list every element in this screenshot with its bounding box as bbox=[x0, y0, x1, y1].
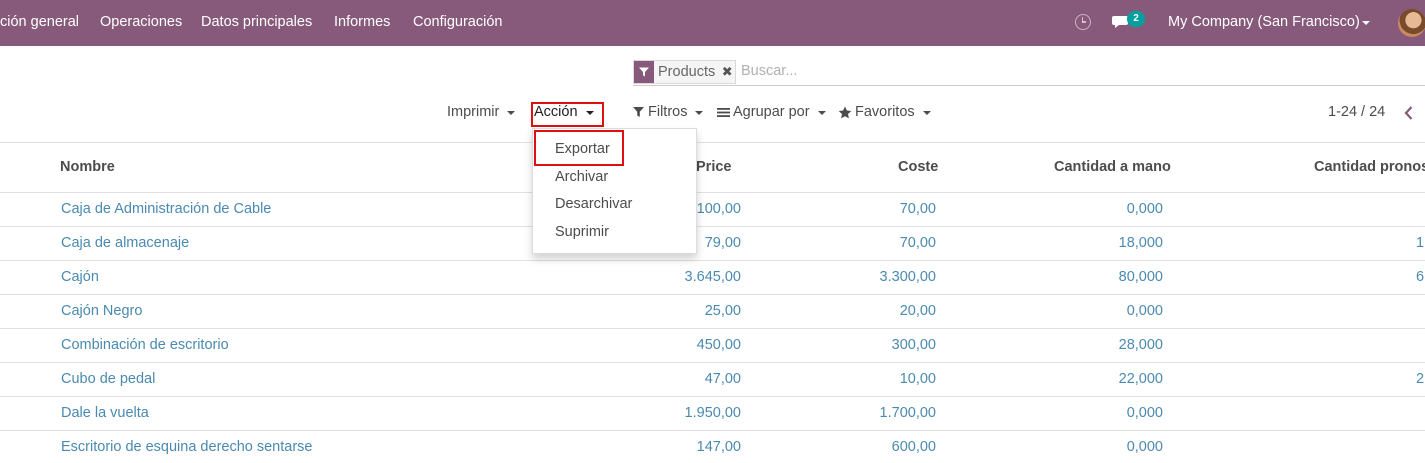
group-by-label: Agrupar por bbox=[733, 104, 810, 120]
cell-price: 25,00 bbox=[704, 303, 741, 319]
cell-qty: 18,000 bbox=[1118, 235, 1163, 251]
cell-cost: 10,00 bbox=[899, 371, 936, 387]
menu-overview[interactable]: ción general bbox=[0, 14, 79, 30]
menu-configuration[interactable]: Configuración bbox=[413, 14, 502, 30]
table-row[interactable]: Escritorio de esquina derecho sentarse 1… bbox=[0, 430, 1425, 463]
cell-name: Combinación de escritorio bbox=[61, 337, 229, 353]
table-top-border bbox=[0, 142, 1425, 143]
print-dropdown-button[interactable]: Imprimir bbox=[447, 104, 516, 120]
cell-price: 100,00 bbox=[696, 201, 741, 217]
caret-down-icon bbox=[922, 110, 931, 115]
cell-name: Cajón bbox=[61, 269, 99, 285]
table-row[interactable]: Cajón Negro 25,00 20,00 0,000 bbox=[0, 294, 1425, 328]
column-header-cost[interactable]: Coste bbox=[898, 159, 938, 175]
caret-down-icon bbox=[695, 110, 704, 115]
menu-master-data[interactable]: Datos principales bbox=[201, 14, 312, 30]
cell-name: Caja de Administración de Cable bbox=[61, 201, 272, 217]
cell-cost: 20,00 bbox=[899, 303, 936, 319]
table-row[interactable]: Combinación de escritorio 450,00 300,00 … bbox=[0, 328, 1425, 362]
cell-qty: 0,000 bbox=[1126, 201, 1163, 217]
cell-qty: 0,000 bbox=[1126, 439, 1163, 455]
search-facet: Products ✖ bbox=[633, 60, 737, 84]
cell-price: 450,00 bbox=[696, 337, 741, 353]
cell-cost: 70,00 bbox=[899, 201, 936, 217]
column-header-price[interactable]: Price bbox=[696, 159, 731, 175]
top-navbar: ción general Operaciones Datos principal… bbox=[0, 0, 1425, 46]
cell-name: Caja de almacenaje bbox=[61, 235, 190, 251]
cell-forecast: 1 bbox=[1416, 235, 1425, 251]
menu-item-unarchive[interactable]: Desarchivar bbox=[555, 196, 632, 212]
column-header-forecast[interactable]: Cantidad pronost bbox=[1314, 159, 1425, 175]
cell-price: 47,00 bbox=[704, 371, 741, 387]
filter-icon bbox=[633, 107, 644, 117]
cell-qty: 0,000 bbox=[1126, 303, 1163, 319]
cell-price: 79,00 bbox=[704, 235, 741, 251]
cell-qty: 0,000 bbox=[1126, 405, 1163, 421]
cell-forecast: 2 bbox=[1416, 371, 1425, 387]
cell-cost: 3.300,00 bbox=[879, 269, 936, 285]
table-row[interactable]: Caja de Administración de Cable 100,00 7… bbox=[0, 192, 1425, 226]
cell-qty: 28,000 bbox=[1118, 337, 1163, 353]
remove-facet-icon[interactable]: ✖ bbox=[719, 61, 735, 83]
menu-operations[interactable]: Operaciones bbox=[100, 14, 182, 30]
star-icon bbox=[838, 106, 852, 118]
caret-down-icon bbox=[817, 110, 826, 115]
table-row[interactable]: Cajón 3.645,00 3.300,00 80,000 6 bbox=[0, 260, 1425, 294]
column-header-name[interactable]: Nombre bbox=[60, 159, 115, 175]
cell-cost: 1.700,00 bbox=[879, 405, 936, 421]
user-avatar[interactable] bbox=[1398, 9, 1425, 37]
menu-item-archive[interactable]: Archivar bbox=[555, 169, 608, 185]
filter-icon bbox=[634, 61, 654, 83]
cell-price: 1.950,00 bbox=[684, 405, 741, 421]
cell-cost: 300,00 bbox=[891, 337, 936, 353]
list-icon bbox=[717, 107, 730, 117]
action-highlight-box bbox=[531, 102, 604, 127]
cell-name: Cubo de pedal bbox=[61, 371, 156, 387]
cell-price: 3.645,00 bbox=[684, 269, 741, 285]
cell-cost: 600,00 bbox=[891, 439, 936, 455]
cell-price: 147,00 bbox=[696, 439, 741, 455]
pager-value[interactable]: 1-24 / 24 bbox=[1328, 104, 1385, 120]
cell-name: Dale la vuelta bbox=[61, 405, 149, 421]
menu-item-delete[interactable]: Suprimir bbox=[555, 224, 609, 240]
column-header-qty-on-hand[interactable]: Cantidad a mano bbox=[1054, 159, 1171, 175]
cell-name: Cajón Negro bbox=[61, 303, 143, 319]
table-row[interactable]: Caja de almacenaje 79,00 70,00 18,000 1 bbox=[0, 226, 1425, 260]
favorites-dropdown-button[interactable]: Favoritos bbox=[838, 104, 931, 120]
caret-down-icon bbox=[507, 110, 516, 115]
activity-clock-icon[interactable] bbox=[1075, 14, 1091, 30]
cell-cost: 70,00 bbox=[899, 235, 936, 251]
company-switcher[interactable]: My Company (San Francisco) bbox=[1168, 14, 1360, 30]
favorites-label: Favoritos bbox=[855, 104, 915, 120]
menu-reports[interactable]: Informes bbox=[334, 14, 390, 30]
chevron-down-icon bbox=[1362, 21, 1370, 25]
message-count-badge: 2 bbox=[1127, 11, 1145, 27]
table-row[interactable]: Dale la vuelta 1.950,00 1.700,00 0,000 bbox=[0, 396, 1425, 430]
table-row[interactable]: Cubo de pedal 47,00 10,00 22,000 2 bbox=[0, 362, 1425, 396]
export-highlight-box bbox=[534, 130, 624, 166]
search-input[interactable] bbox=[741, 63, 1341, 79]
cell-name: Escritorio de esquina derecho sentarse bbox=[61, 439, 313, 455]
filters-dropdown-button[interactable]: Filtros bbox=[633, 104, 704, 120]
cell-qty: 80,000 bbox=[1118, 269, 1163, 285]
chevron-left-icon[interactable] bbox=[1402, 104, 1416, 122]
group-by-dropdown-button[interactable]: Agrupar por bbox=[717, 104, 826, 120]
search-bar: Products ✖ bbox=[633, 60, 1425, 86]
print-label: Imprimir bbox=[447, 104, 500, 120]
cell-forecast: 6 bbox=[1416, 269, 1425, 285]
cell-qty: 22,000 bbox=[1118, 371, 1163, 387]
facet-label: Products bbox=[658, 64, 716, 80]
filters-label: Filtros bbox=[648, 104, 688, 120]
